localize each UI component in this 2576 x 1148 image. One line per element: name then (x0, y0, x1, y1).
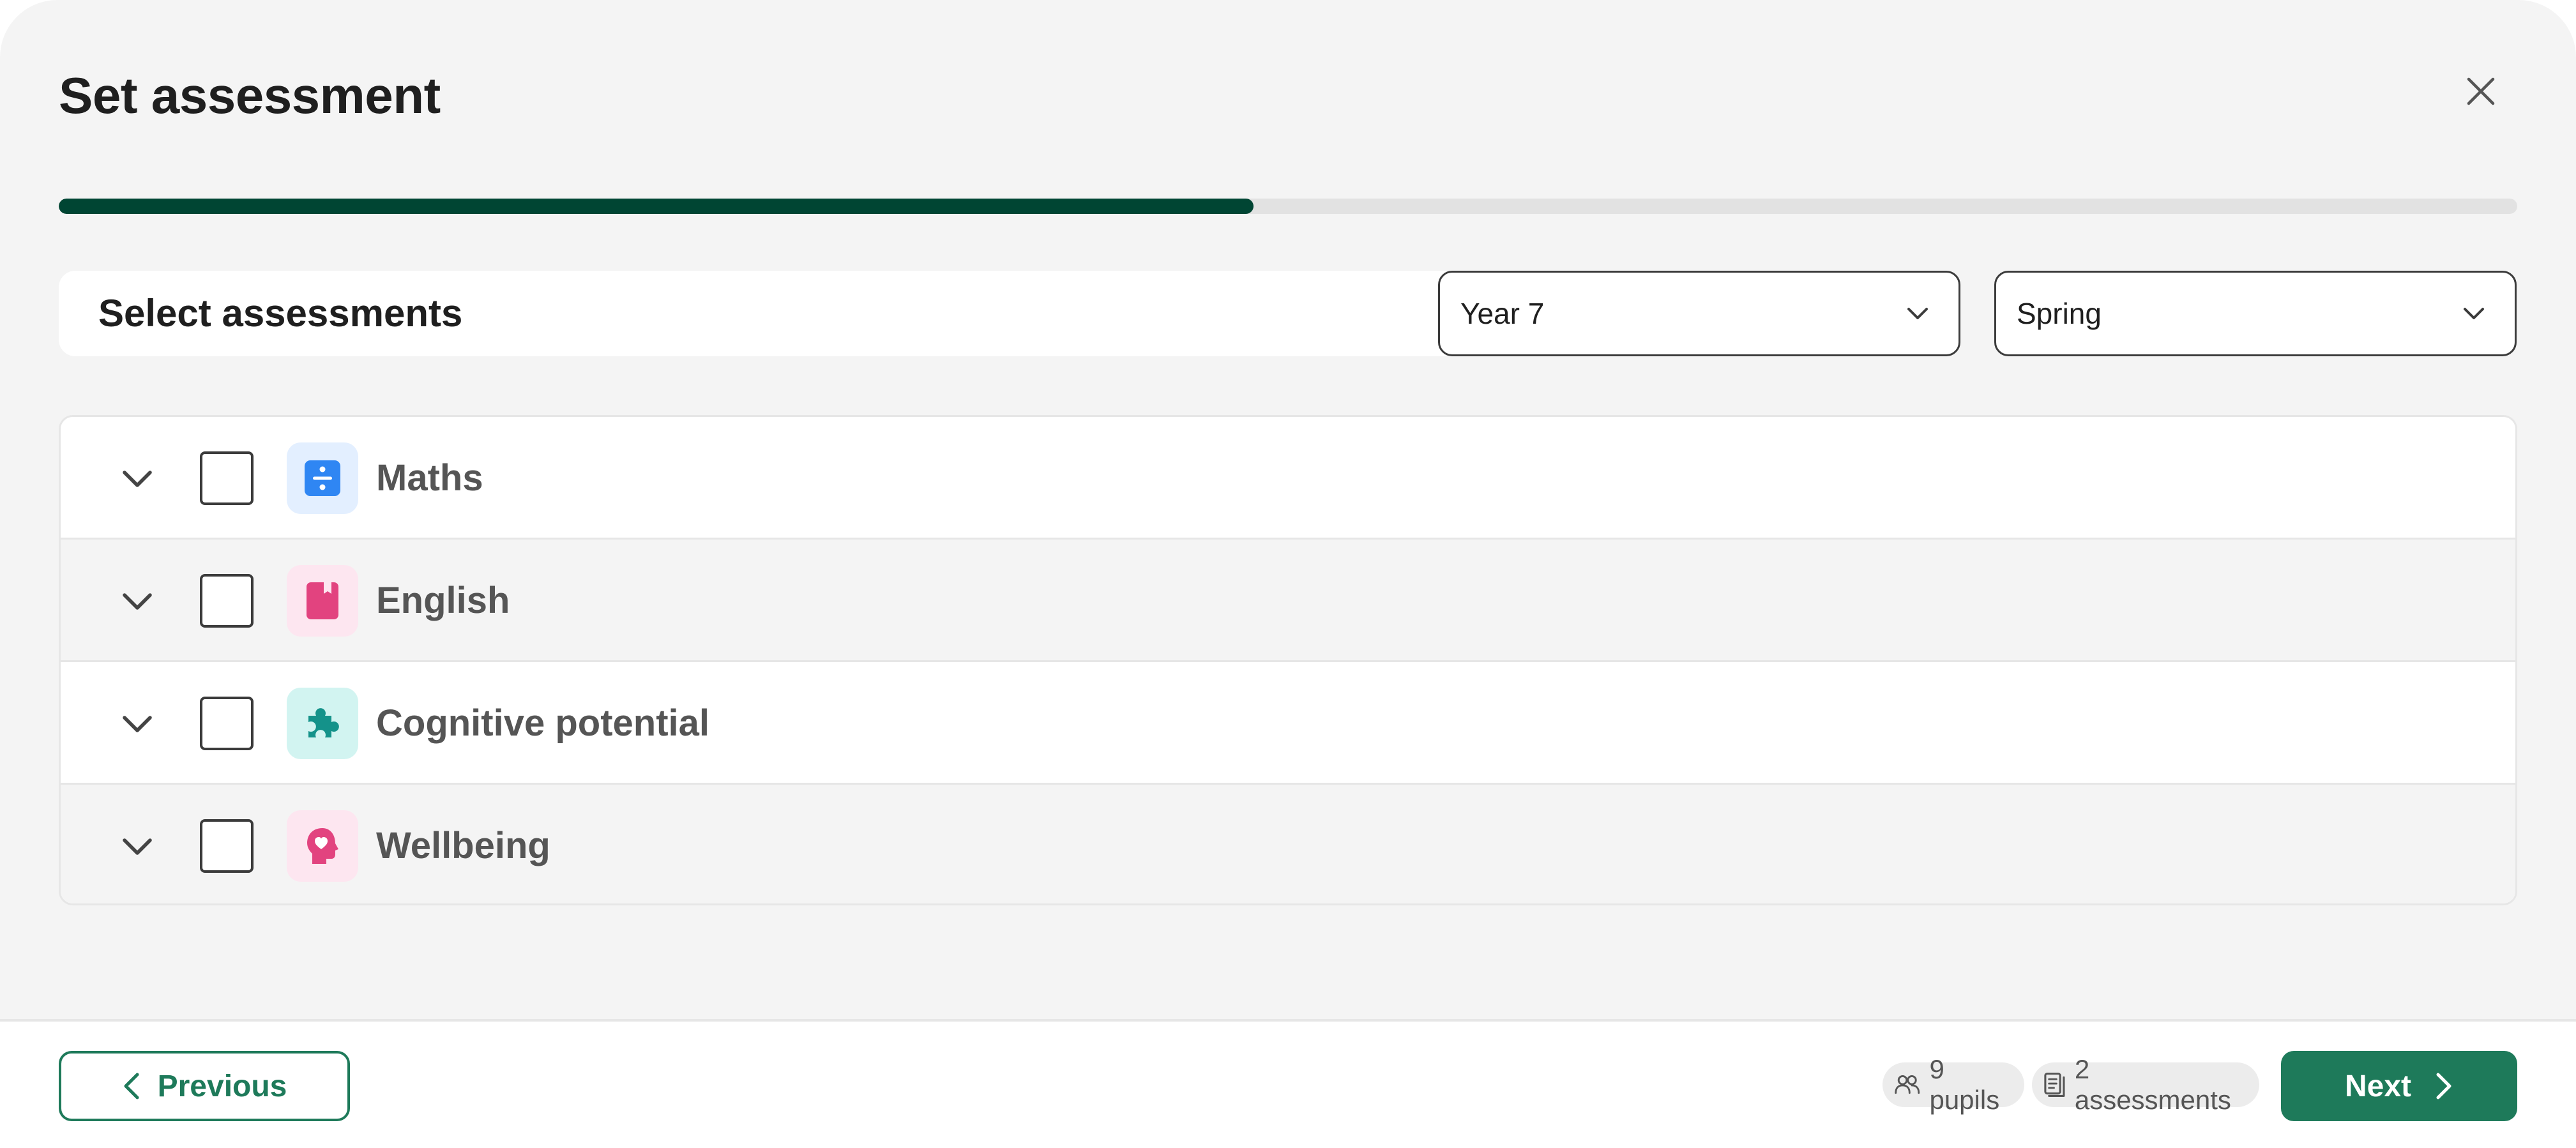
expand-cognitive-potential-button[interactable] (118, 704, 156, 743)
next-button[interactable]: Next (2281, 1051, 2517, 1121)
year-select[interactable]: Year 7 (1438, 271, 1960, 356)
assessments-count: 2 assessments (2074, 1054, 2231, 1115)
term-select-value: Spring (2017, 297, 2102, 330)
maths-icon-badge (287, 442, 358, 514)
pupils-count: 9 pupils (1929, 1054, 2000, 1115)
chevron-down-icon (123, 593, 152, 610)
puzzle-icon (308, 708, 339, 737)
divide-icon (305, 460, 340, 496)
assessment-list: Maths English Cognitive potential Wellbe… (59, 415, 2517, 905)
close-button[interactable] (2460, 70, 2502, 112)
dialog-title: Set assessment (59, 67, 441, 124)
maths-checkbox[interactable] (200, 451, 254, 505)
english-checkbox[interactable] (200, 574, 254, 628)
section-title: Select assessments (98, 292, 463, 335)
chevron-down-icon (123, 716, 152, 732)
expand-english-button[interactable] (118, 582, 156, 620)
subject-label: Cognitive potential (376, 702, 709, 744)
year-select-value: Year 7 (1460, 297, 1545, 330)
pupils-count-badge: 9 pupils (1883, 1054, 2024, 1115)
head-heart-icon (307, 828, 338, 864)
progress-bar-fill (59, 199, 1254, 214)
expand-wellbeing-button[interactable] (118, 827, 156, 865)
chevron-left-icon (124, 1073, 139, 1099)
dialog-footer: Previous 9 pupils 2 assessments Next (0, 1019, 2576, 1148)
assessments-count-badge: 2 assessments (2032, 1054, 2259, 1115)
list-item-cognitive-potential: Cognitive potential (61, 662, 2515, 785)
chevron-down-icon (123, 471, 152, 487)
previous-button-label: Previous (157, 1069, 287, 1103)
section-header: Select assessments (59, 271, 1489, 356)
documents-icon (2044, 1073, 2065, 1097)
wellbeing-checkbox[interactable] (200, 819, 254, 873)
chevron-down-icon (2464, 308, 2484, 319)
book-icon (307, 582, 338, 619)
wellbeing-icon-badge (287, 810, 358, 882)
subject-label: English (376, 580, 510, 621)
cognitive-potential-checkbox[interactable] (200, 697, 254, 750)
users-icon (1895, 1075, 1920, 1094)
list-item-english: English (61, 540, 2515, 662)
list-item-maths: Maths (61, 417, 2515, 540)
next-button-label: Next (2344, 1069, 2412, 1103)
cognitive-potential-icon-badge (287, 688, 358, 759)
chevron-down-icon (1907, 308, 1928, 319)
previous-button[interactable]: Previous (59, 1051, 350, 1121)
set-assessment-dialog: Set assessment Select assessments Year 7… (0, 0, 2576, 1148)
english-icon-badge (287, 565, 358, 637)
subject-label: Maths (376, 457, 483, 499)
close-icon (2467, 77, 2495, 105)
subject-label: Wellbeing (376, 825, 550, 866)
term-select[interactable]: Spring (1994, 271, 2517, 356)
chevron-right-icon (2436, 1073, 2451, 1099)
list-item-wellbeing: Wellbeing (61, 785, 2515, 903)
progress-bar (59, 199, 2517, 214)
expand-maths-button[interactable] (118, 459, 156, 497)
chevron-down-icon (123, 838, 152, 855)
